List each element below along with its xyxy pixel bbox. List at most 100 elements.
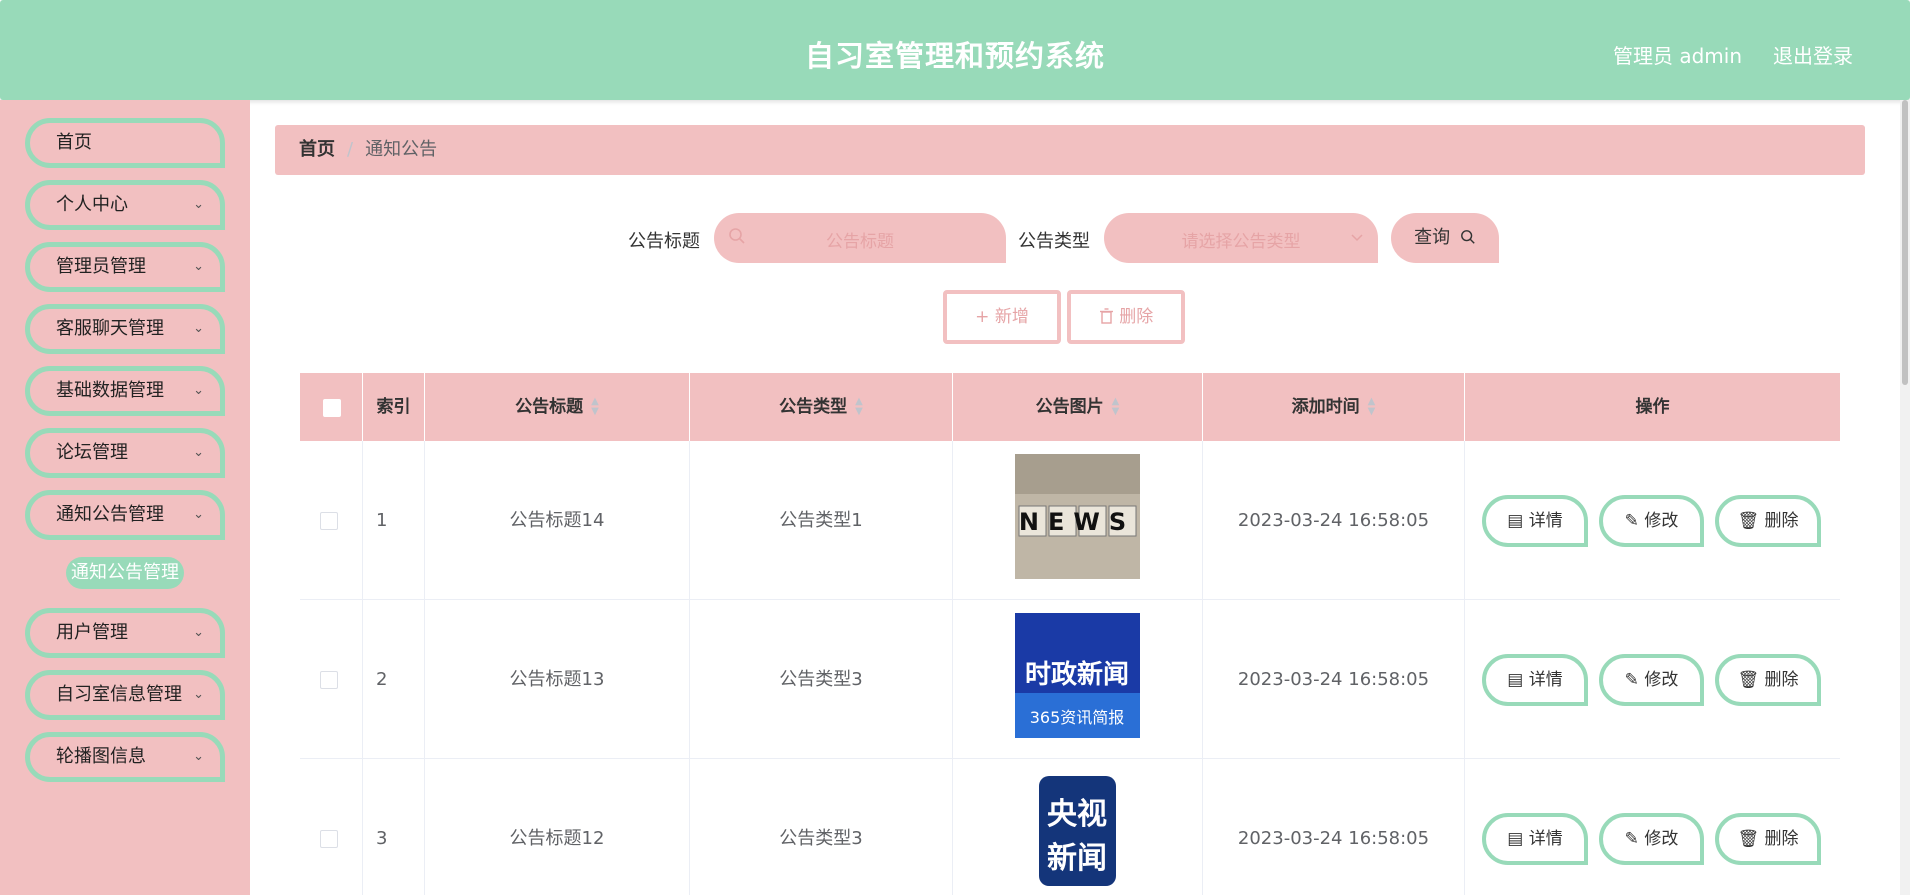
detail-button-label: 详情 xyxy=(1528,670,1563,690)
row-image-cell: 时政新闻 365资讯简报 xyxy=(953,600,1203,759)
batch-delete-button-label: 删除 xyxy=(1119,307,1154,327)
trash-icon: 🗑 xyxy=(1737,670,1760,690)
row-ops: ▤ 详情 ✎ 修改 🗑 删除 xyxy=(1465,600,1840,759)
notice-image-text: 央视 xyxy=(1047,797,1107,832)
sort-icon: ▲ ▼ xyxy=(1111,396,1120,417)
title-search-placeholder: 公告标题 xyxy=(826,232,894,252)
row-title: 公告标题14 xyxy=(425,441,690,600)
detail-button[interactable]: ▤ 详情 xyxy=(1482,495,1588,547)
row-select-cell xyxy=(300,441,363,600)
row-checkbox[interactable] xyxy=(320,830,338,848)
sidebar-item-label: 个人中心 xyxy=(56,194,128,215)
header-image[interactable]: 公告图片 ▲ ▼ xyxy=(953,373,1203,441)
breadcrumb-current: 通知公告 xyxy=(365,139,438,160)
delete-button[interactable]: 🗑 删除 xyxy=(1715,654,1821,706)
sidebar-item-personal-center[interactable]: 个人中心 ⌄ xyxy=(25,180,225,230)
notice-image[interactable]: 时政新闻 365资讯简报 xyxy=(1015,613,1140,738)
header-title[interactable]: 公告标题 ▲ ▼ xyxy=(425,373,690,441)
sidebar-item-base-data-management[interactable]: 基础数据管理 ⌄ xyxy=(25,366,225,416)
scrollbar-thumb[interactable] xyxy=(1902,100,1908,385)
breadcrumb-home[interactable]: 首页 xyxy=(299,139,335,160)
select-all-checkbox[interactable] xyxy=(323,399,341,417)
logout-link[interactable]: 退出登录 xyxy=(1773,40,1853,69)
row-image-cell: 央视 新闻 xyxy=(953,759,1203,895)
edit-button[interactable]: ✎ 修改 xyxy=(1599,495,1704,547)
sidebar-item-label: 基础数据管理 xyxy=(56,380,164,401)
sidebar-item-user-management[interactable]: 用户管理 ⌄ xyxy=(25,608,225,658)
delete-button[interactable]: 🗑 删除 xyxy=(1715,813,1821,865)
notice-image[interactable]: 央视 新闻 xyxy=(1015,772,1140,895)
notice-image-text2: 新闻 xyxy=(1047,841,1107,876)
sidebar-subitem-notice-management[interactable]: 通知公告管理 xyxy=(66,557,184,589)
row-time: 2023-03-24 16:58:05 xyxy=(1203,759,1465,895)
header-type-label: 公告类型 xyxy=(779,397,848,417)
row-index: 1 xyxy=(363,441,425,600)
document-icon: ▤ xyxy=(1507,670,1524,690)
search-icon xyxy=(1460,230,1475,244)
notice-image-text: 时政新闻 xyxy=(1025,659,1129,690)
chevron-down-icon: ⌄ xyxy=(193,687,204,702)
row-index: 2 xyxy=(363,600,425,759)
table-row: 2 公告标题13 公告类型3 时政新闻 365资讯简报 2023-03-24 1… xyxy=(300,600,1840,759)
detail-button-label: 详情 xyxy=(1528,829,1563,849)
document-icon: ▤ xyxy=(1507,829,1524,849)
header-index: 索引 xyxy=(363,373,425,441)
query-button[interactable]: 查询 xyxy=(1391,213,1499,263)
pencil-icon: ✎ xyxy=(1624,511,1639,531)
edit-button-label: 修改 xyxy=(1644,829,1679,849)
sidebar-item-label: 管理员管理 xyxy=(56,256,146,277)
sidebar: 首页 个人中心 ⌄ 管理员管理 ⌄ 客服聊天管理 ⌄ 基础数据管理 ⌄ 论坛管理… xyxy=(0,100,250,895)
breadcrumb-separator: / xyxy=(347,139,354,160)
sidebar-item-label: 客服聊天管理 xyxy=(56,318,164,339)
table-header: 索引 公告标题 ▲ ▼ 公告类型 ▲ ▼ 公告图片 ▲ ▼ 添加时间 ▲ ▼ 操作 xyxy=(300,373,1840,441)
sidebar-item-forum-management[interactable]: 论坛管理 ⌄ xyxy=(25,428,225,478)
edit-button-label: 修改 xyxy=(1644,670,1679,690)
sidebar-item-admin-management[interactable]: 管理员管理 ⌄ xyxy=(25,242,225,292)
row-checkbox[interactable] xyxy=(320,671,338,689)
add-button-label: 新增 xyxy=(994,307,1029,327)
detail-button[interactable]: ▤ 详情 xyxy=(1482,813,1588,865)
title-search-input[interactable]: 公告标题 xyxy=(714,213,1006,263)
sidebar-item-studyroom-management[interactable]: 自习室信息管理 ⌄ xyxy=(25,670,225,720)
sort-icon: ▲ ▼ xyxy=(591,396,599,417)
header-select-cell xyxy=(300,373,363,441)
chevron-down-icon: ⌄ xyxy=(193,625,204,640)
row-checkbox[interactable] xyxy=(320,512,338,530)
top-header: 自习室管理和预约系统 管理员 admin 退出登录 xyxy=(0,0,1910,100)
edit-button[interactable]: ✎ 修改 xyxy=(1599,813,1704,865)
type-select-placeholder: 请选择公告类型 xyxy=(1181,232,1301,252)
delete-button[interactable]: 🗑 删除 xyxy=(1715,495,1821,547)
header-time[interactable]: 添加时间 ▲ ▼ xyxy=(1203,373,1465,441)
row-type: 公告类型3 xyxy=(690,600,953,759)
page-scrollbar[interactable] xyxy=(1900,100,1910,895)
row-type: 公告类型3 xyxy=(690,759,953,895)
detail-button[interactable]: ▤ 详情 xyxy=(1482,654,1588,706)
sort-icon: ▲ ▼ xyxy=(1367,396,1376,417)
breadcrumb: 首页 / 通知公告 xyxy=(275,125,1865,175)
sidebar-item-home[interactable]: 首页 xyxy=(25,118,225,168)
plus-icon: + xyxy=(975,307,990,327)
row-ops: ▤ 详情 ✎ 修改 🗑 删除 xyxy=(1465,759,1840,895)
sidebar-item-label: 首页 xyxy=(56,132,92,153)
header-type[interactable]: 公告类型 ▲ ▼ xyxy=(690,373,953,441)
sidebar-item-notice-management[interactable]: 通知公告管理 ⌄ xyxy=(25,490,225,540)
pencil-icon: ✎ xyxy=(1624,670,1639,690)
add-button[interactable]: + 新增 xyxy=(943,290,1061,344)
header-ops: 操作 xyxy=(1635,397,1670,417)
type-select[interactable]: 请选择公告类型 xyxy=(1104,213,1378,263)
sidebar-item-carousel[interactable]: 轮播图信息 ⌄ xyxy=(25,732,225,782)
batch-delete-button[interactable]: 删除 xyxy=(1067,290,1185,344)
notice-image[interactable]: NEWS xyxy=(1015,454,1140,579)
edit-button[interactable]: ✎ 修改 xyxy=(1599,654,1704,706)
trash-icon: 🗑 xyxy=(1737,829,1760,849)
row-ops: ▤ 详情 ✎ 修改 🗑 删除 xyxy=(1465,441,1840,600)
query-button-label: 查询 xyxy=(1414,227,1451,248)
trash-icon: 🗑 xyxy=(1737,511,1760,531)
sidebar-item-label: 通知公告管理 xyxy=(56,504,164,525)
sidebar-item-chat-management[interactable]: 客服聊天管理 ⌄ xyxy=(25,304,225,354)
row-title: 公告标题12 xyxy=(425,759,690,895)
detail-button-label: 详情 xyxy=(1528,511,1563,531)
document-icon: ▤ xyxy=(1507,511,1524,531)
notice-image-text: NEWS xyxy=(1019,508,1135,536)
header-time-label: 添加时间 xyxy=(1291,397,1360,417)
